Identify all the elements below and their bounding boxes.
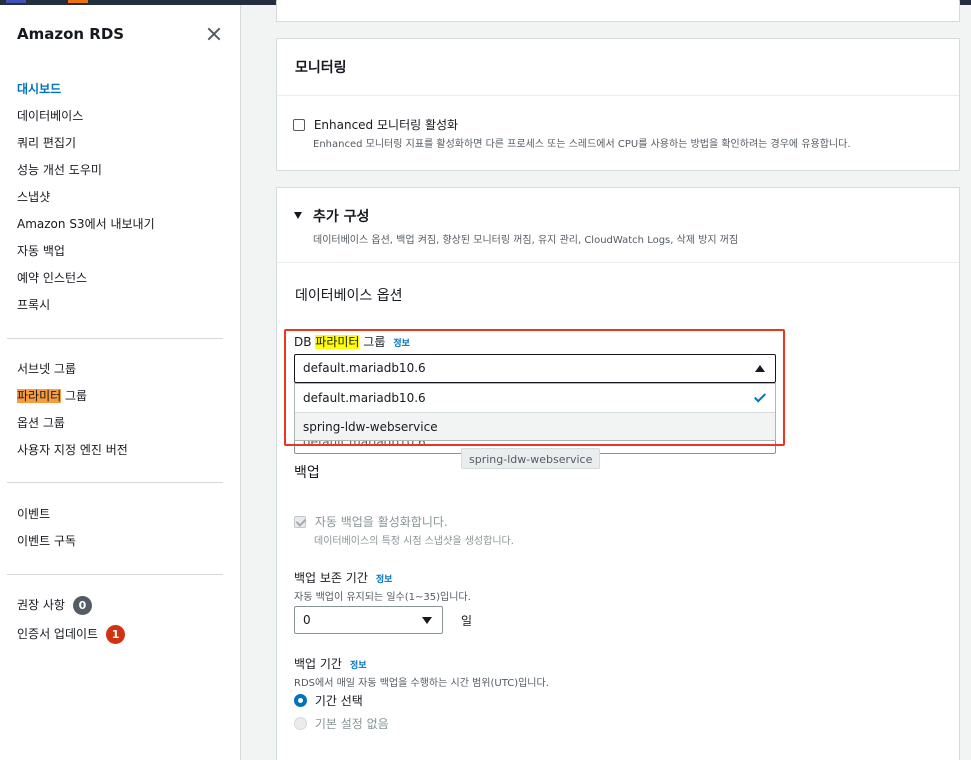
db-parameter-group-label: DB 파라미터 그룹 정보 [294, 333, 410, 350]
close-icon[interactable] [205, 25, 223, 43]
certificate-update-count-badge: 1 [106, 625, 126, 644]
sidebar-item-automated-backups[interactable]: 자동 백업 [0, 238, 241, 265]
window-none-label: 기본 설정 없음 [314, 717, 389, 731]
sidebar-item-reserved-instances[interactable]: 예약 인스턴스 [0, 265, 241, 292]
backup-window-description: RDS에서 매일 자동 백업을 수행하는 시간 범위(UTC)입니다. [294, 678, 549, 689]
db-parameter-group-value: default.mariadb10.6 [303, 361, 426, 375]
sidebar-item-subnet-groups[interactable]: 서브넷 그룹 [0, 356, 241, 383]
sidebar-divider [7, 482, 223, 483]
backup-title: 백업 [294, 465, 320, 481]
retention-description: 자동 백업이 유지되는 일수(1~35)입니다. [294, 592, 471, 603]
sidebar-item-performance-insights[interactable]: 성능 개선 도우미 [0, 157, 241, 184]
sidebar-item-parameter-groups[interactable]: 파라미터 그룹 [0, 383, 241, 410]
auto-backup-row: 자동 백업을 활성화합니다. [294, 513, 448, 530]
parameter-group-label-rest: 그룹 [61, 389, 88, 403]
param-group-suffix: 그룹 [359, 335, 386, 349]
sidebar-item-snapshots[interactable]: 스냅샷 [0, 184, 241, 211]
retention-period-value: 0 [303, 613, 311, 627]
sidebar: Amazon RDS 대시보드 데이터베이스 쿼리 편집기 성능 개선 도우미 … [0, 5, 241, 760]
sidebar-item-query-editor[interactable]: 쿼리 편집기 [0, 130, 241, 157]
sidebar-item-custom-engine-versions[interactable]: 사용자 지정 엔진 버전 [0, 437, 241, 464]
retention-unit: 일 [461, 614, 473, 628]
sidebar-group-main: 대시보드 데이터베이스 쿼리 편집기 성능 개선 도우미 스냅샷 Amazon … [0, 76, 241, 319]
previous-section-panel [276, 0, 960, 22]
window-option-select-row[interactable]: 기간 선택 [294, 692, 363, 709]
sidebar-item-proxies[interactable]: 프록시 [0, 292, 241, 319]
backup-window-label-row: 백업 기간 정보 [294, 655, 367, 672]
retention-period-select[interactable]: 0 [294, 606, 443, 634]
sidebar-group-groups: 서브넷 그룹 파라미터 그룹 옵션 그룹 사용자 지정 엔진 버전 [0, 356, 241, 464]
sidebar-item-certificate-update[interactable]: 인증서 업데이트 1 [0, 620, 241, 649]
dropdown-option-default[interactable]: default.mariadb10.6 [295, 384, 775, 412]
sidebar-item-events[interactable]: 이벤트 [0, 501, 241, 528]
db-parameter-group-dropdown: default.mariadb10.6 spring-ldw-webservic… [294, 383, 776, 441]
auto-backup-description: 데이터베이스의 특정 시점 스냅샷을 생성합니다. [314, 536, 514, 547]
auto-backup-checkbox[interactable] [294, 515, 306, 528]
sidebar-item-databases[interactable]: 데이터베이스 [0, 103, 241, 130]
enhanced-monitoring-description: Enhanced 모니터링 지표를 활성화하면 다른 프로세스 또는 스레드에서… [313, 139, 851, 150]
backup-window-info-link[interactable]: 정보 [350, 661, 367, 671]
sidebar-group-events: 이벤트 이벤트 구독 [0, 501, 241, 555]
db-parameter-group-select[interactable]: default.mariadb10.6 [294, 354, 776, 383]
enhanced-monitoring-row: Enhanced 모니터링 활성화 [293, 116, 458, 133]
auto-backup-label: 자동 백업을 활성화합니다. [314, 515, 448, 529]
additional-config-title: 추가 구성 [313, 209, 370, 225]
enhanced-monitoring-checkbox[interactable] [293, 118, 305, 131]
retention-label-row: 백업 보존 기간 정보 [294, 569, 392, 586]
dropdown-option-label: spring-ldw-webservice [303, 420, 438, 434]
monitoring-panel: 모니터링 Enhanced 모니터링 활성화 Enhanced 모니터링 지표를… [276, 38, 960, 171]
monitoring-title: 모니터링 [295, 60, 347, 76]
sidebar-item-option-groups[interactable]: 옵션 그룹 [0, 410, 241, 437]
sidebar-divider [7, 574, 223, 575]
sidebar-item-event-subscriptions[interactable]: 이벤트 구독 [0, 528, 241, 555]
additional-config-subtitle: 데이터베이스 옵션, 백업 켜짐, 향상된 모니터링 꺼짐, 유지 관리, Cl… [313, 235, 739, 246]
retention-info-link[interactable]: 정보 [376, 575, 393, 585]
caret-up-icon [755, 365, 765, 372]
recommendations-label: 권장 사항 [17, 598, 65, 612]
caret-down-icon [422, 617, 432, 624]
window-option-none-row[interactable]: 기본 설정 없음 [294, 715, 389, 732]
db-options-title: 데이터베이스 옵션 [295, 288, 403, 304]
sidebar-item-recommendations[interactable]: 권장 사항 0 [0, 591, 241, 620]
dropdown-option-label: default.mariadb10.6 [303, 391, 426, 405]
nav-mark-right [68, 0, 88, 3]
option-tooltip: spring-ldw-webservice [461, 448, 601, 469]
caret-down-icon [294, 212, 302, 219]
param-group-prefix: DB [294, 335, 316, 349]
recommendations-count-badge: 0 [72, 596, 92, 615]
monitoring-header: 모니터링 [277, 39, 959, 96]
dropdown-option-spring[interactable]: spring-ldw-webservice [295, 412, 775, 440]
window-select-radio[interactable] [294, 694, 307, 707]
additional-config-header[interactable]: 추가 구성 데이터베이스 옵션, 백업 켜짐, 향상된 모니터링 꺼짐, 유지 … [277, 188, 959, 263]
sidebar-item-s3-export[interactable]: Amazon S3에서 내보내기 [0, 211, 241, 238]
parameter-highlight: 파라미터 [17, 389, 62, 403]
window-select-label: 기간 선택 [314, 694, 363, 708]
sidebar-divider [7, 338, 223, 339]
window-none-radio[interactable] [294, 717, 307, 730]
certificate-update-label: 인증서 업데이트 [17, 627, 99, 641]
sidebar-item-dashboard[interactable]: 대시보드 [0, 76, 241, 103]
nav-mark-left [6, 0, 26, 3]
backup-window-label: 백업 기간 [294, 657, 342, 671]
enhanced-monitoring-label: Enhanced 모니터링 활성화 [313, 118, 459, 132]
sidebar-title: Amazon RDS [17, 25, 125, 43]
param-group-highlight: 파라미터 [315, 335, 360, 349]
param-group-info-link[interactable]: 정보 [393, 339, 410, 349]
sidebar-group-notifications: 권장 사항 0 인증서 업데이트 1 [0, 591, 241, 649]
retention-label: 백업 보존 기간 [294, 571, 368, 585]
checkmark-icon [753, 390, 767, 403]
